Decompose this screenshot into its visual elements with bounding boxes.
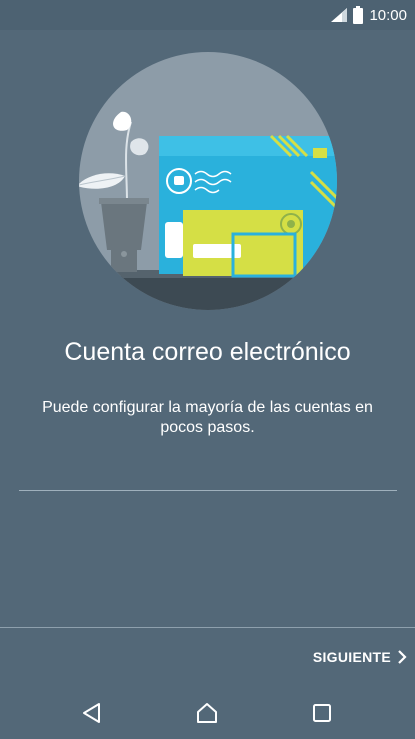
footer-divider xyxy=(0,627,415,628)
status-icons: 10:00 xyxy=(331,5,407,25)
page-subtitle: Puede configurar la mayoría de las cuent… xyxy=(42,399,373,436)
email-setup-illustration xyxy=(79,52,337,310)
recents-button[interactable] xyxy=(309,700,335,726)
home-button[interactable] xyxy=(194,700,220,726)
next-button-label: SIGUIENTE xyxy=(312,649,391,665)
signal-icon xyxy=(331,8,348,22)
divider xyxy=(19,490,397,491)
battery-icon xyxy=(353,6,364,24)
back-icon xyxy=(83,703,100,723)
page-title: Cuenta correo electrónico xyxy=(64,338,351,366)
status-time: 10:00 xyxy=(369,6,407,24)
recents-icon xyxy=(313,704,331,722)
status-bar: 10:00 xyxy=(0,0,415,30)
navigation-bar xyxy=(0,686,415,739)
back-button[interactable] xyxy=(79,700,105,726)
chevron-right-icon xyxy=(398,650,407,664)
next-button[interactable]: SIGUIENTE xyxy=(313,643,407,671)
home-icon xyxy=(197,703,217,723)
